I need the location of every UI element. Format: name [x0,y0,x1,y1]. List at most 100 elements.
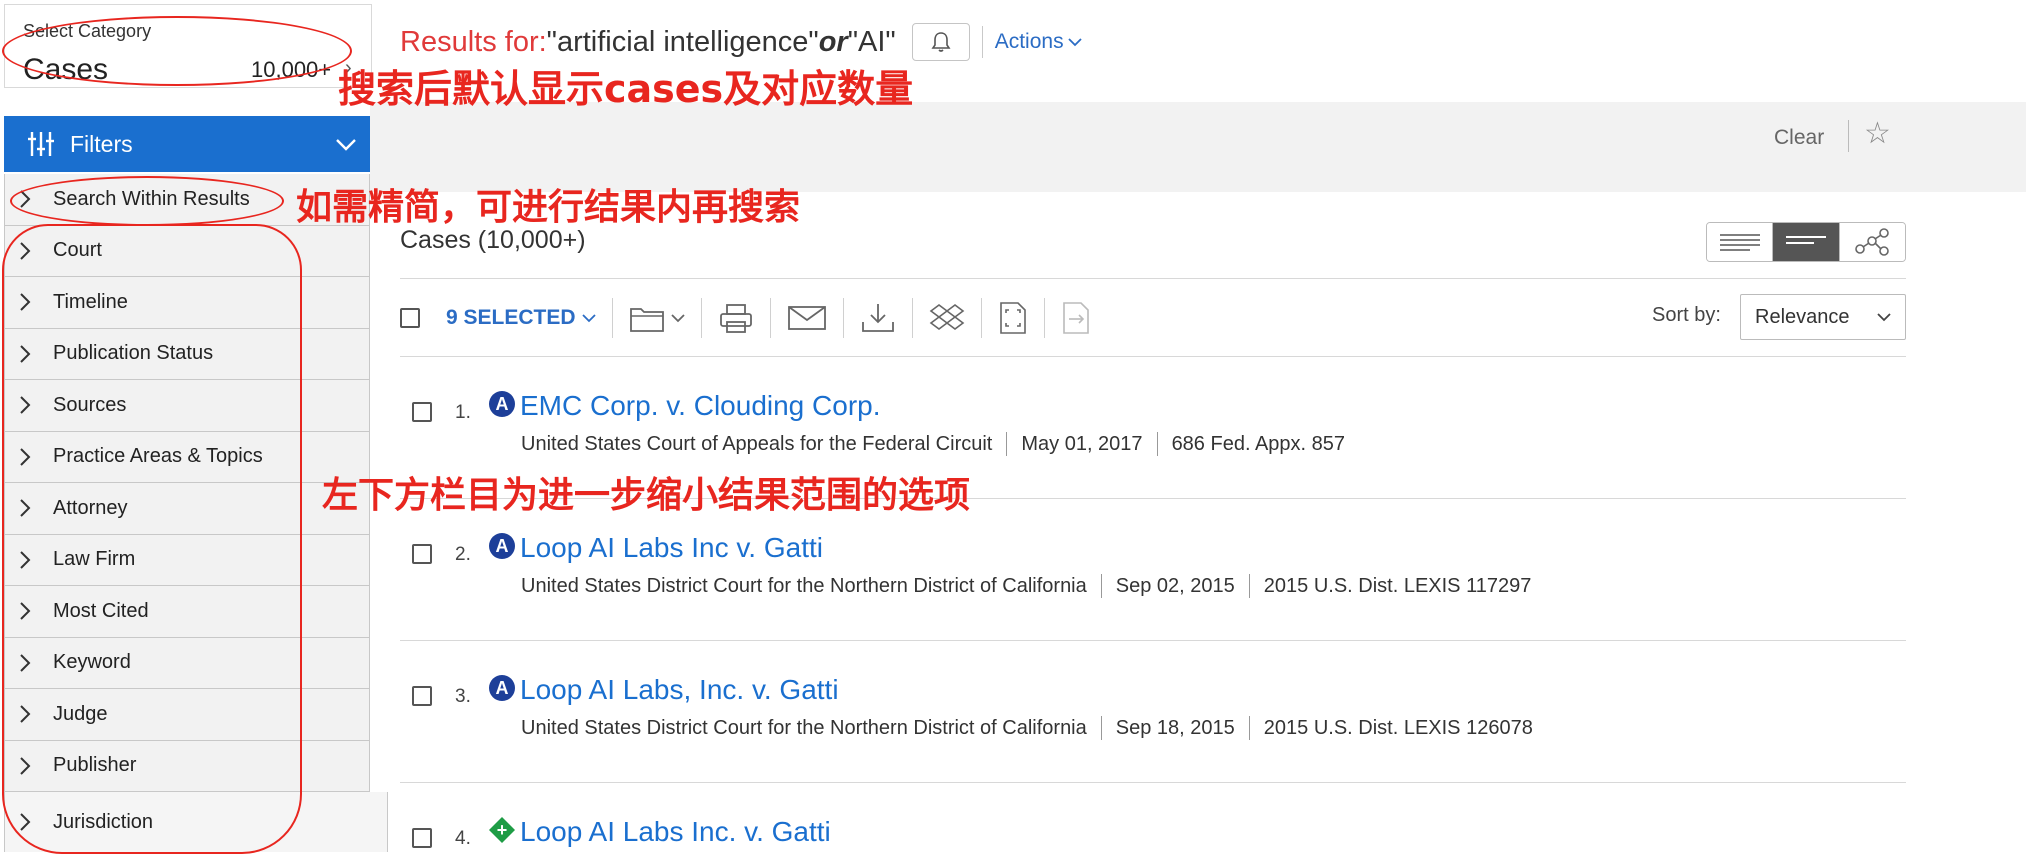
result-date: Sep 02, 2015 [1115,574,1235,597]
filter-court[interactable]: Court [4,225,370,277]
divider [400,640,1906,641]
result-number: 2. [455,544,471,565]
chevron-right-icon [19,241,41,261]
download-button[interactable] [860,302,896,334]
chevron-right-icon [19,756,41,776]
filter-label: Keyword [53,651,131,674]
chevron-down-icon [581,314,596,323]
toolbar-divider [911,298,913,338]
annotation-note: 搜索后默认显示cases及对应数量 [338,67,914,111]
select-all-checkbox[interactable] [400,308,420,328]
positive-treatment-icon: + [488,816,516,849]
search-term-1: "artificial intelligence" [546,25,819,58]
toolbar-divider [700,298,702,338]
alert-bell-button[interactable] [911,23,970,61]
result-item: 4. + Loop AI Labs Inc. v. Gatti [400,816,1906,855]
chevron-right-icon [19,812,41,832]
filter-label: Jurisdiction [53,810,154,833]
chevron-down-icon [1877,313,1891,322]
export-button[interactable] [1061,301,1091,335]
filter-label: Attorney [53,496,128,519]
annotation-note: 如需精简，可进行结果内再搜索 [296,187,801,228]
filter-law-firm[interactable]: Law Firm [4,534,370,586]
result-title-link[interactable]: Loop AI Labs, Inc. v. Gatti [520,674,839,706]
filter-label: Judge [53,702,108,725]
chevron-right-icon [19,447,41,467]
chevron-right-icon [19,704,41,724]
result-number: 3. [455,686,471,707]
meta-divider [1156,432,1158,456]
sliders-icon [26,129,56,159]
document-expand-icon [999,302,1026,334]
filter-label: Timeline [53,290,128,313]
add-to-folder-button[interactable] [629,303,685,333]
result-item: 3. A Loop AI Labs, Inc. v. Gatti United … [400,674,1906,774]
filter-judge[interactable]: Judge [4,689,370,741]
svg-text:A: A [496,678,509,698]
toolbar-divider [1043,298,1045,338]
sort-dropdown[interactable]: Relevance [1740,294,1906,340]
selected-count-label: 9 SELECTED [446,306,576,329]
category-value: Cases [23,53,109,86]
filter-attorney[interactable]: Attorney [4,483,370,535]
filter-list: Search Within Results Court Timeline Pub… [4,174,388,852]
email-button[interactable] [787,304,827,332]
expanded-view-button[interactable] [1707,223,1774,261]
result-title-link[interactable]: Loop AI Labs Inc v. Gatti [520,532,823,564]
cases-count-heading: Cases (10,000+) [400,226,586,254]
filter-label: Law Firm [53,548,136,571]
filter-keyword[interactable]: Keyword [4,637,370,689]
filters-header[interactable]: Filters [4,116,370,172]
network-icon [1855,228,1890,256]
result-checkbox[interactable] [412,686,432,706]
list-expanded-icon [1719,234,1760,251]
selected-count-menu[interactable]: 9 SELECTED [446,306,596,330]
envelope-icon [787,306,826,330]
result-date: May 01, 2017 [1021,432,1143,455]
meta-divider [1006,432,1008,456]
annotation-note: 左下方栏目为进一步缩小结果范围的选项 [322,475,971,516]
result-citation: 2015 U.S. Dist. LEXIS 126078 [1263,716,1533,739]
actions-menu[interactable]: Actions [995,30,1082,54]
dropbox-button[interactable] [929,302,965,334]
divider [400,356,1906,357]
star-icon[interactable]: ☆ [1864,116,1891,151]
chevron-right-icon [19,344,41,364]
band-divider [1848,120,1849,152]
result-meta: United States District Court for the Nor… [521,574,1531,598]
condensed-view-button[interactable] [1773,223,1840,261]
filter-practice-areas[interactable]: Practice Areas & Topics [4,431,370,483]
filter-timeline[interactable]: Timeline [4,277,370,329]
result-title-link[interactable]: Loop AI Labs Inc. v. Gatti [520,816,831,848]
filter-publisher[interactable]: Publisher [4,740,370,792]
result-title-link[interactable]: EMC Corp. v. Clouding Corp. [520,390,881,422]
download-icon [861,304,894,332]
filter-publication-status[interactable]: Publication Status [4,328,370,380]
result-checkbox[interactable] [412,828,432,848]
meta-divider [1100,574,1102,598]
category-count: 10,000+ [251,57,332,82]
filter-jurisdiction[interactable]: Jurisdiction [4,792,388,852]
result-checkbox[interactable] [412,544,432,564]
filter-most-cited[interactable]: Most Cited [4,586,370,638]
print-button[interactable] [718,302,754,334]
meta-divider [1100,716,1102,740]
filter-sources[interactable]: Sources [4,380,370,432]
header-divider [981,26,983,58]
toolbar-divider [842,298,844,338]
result-meta: United States District Court for the Nor… [521,716,1533,740]
chevron-right-icon [19,550,41,570]
toolbar-divider [769,298,771,338]
filter-label: Sources [53,393,127,416]
badge-a-icon: A [488,674,516,707]
full-text-button[interactable] [998,301,1028,335]
svg-text:A: A [496,536,509,556]
map-view-button[interactable] [1839,223,1905,261]
result-checkbox[interactable] [412,402,432,422]
results-toolbar: 9 SELECTED Sort by: Relevance [400,292,1906,344]
svg-text:+: + [497,820,508,840]
clear-filters-link[interactable]: Clear [1774,126,1824,150]
category-selector[interactable]: Select Category Cases 10,000+ › [4,4,372,88]
filter-label: Practice Areas & Topics [53,445,263,468]
bell-icon [931,32,951,52]
